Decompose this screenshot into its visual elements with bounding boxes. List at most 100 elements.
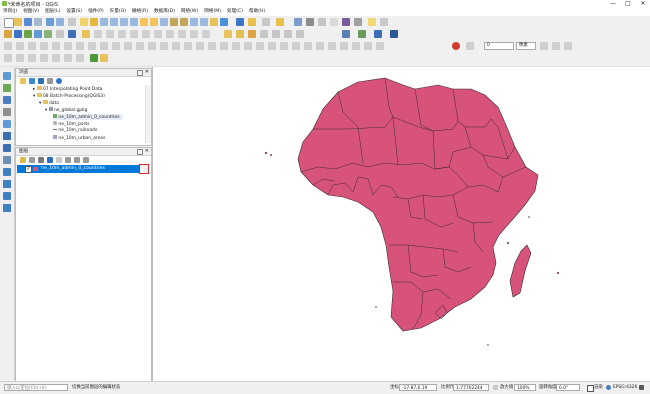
shape-digitize-icon[interactable] bbox=[208, 42, 216, 50]
deselect-icon[interactable] bbox=[276, 18, 284, 26]
zoom-layer-icon[interactable] bbox=[150, 18, 158, 26]
add-wcs-icon[interactable] bbox=[3, 180, 11, 188]
filter-expression-icon[interactable] bbox=[56, 157, 62, 163]
collapse-all-icon[interactable] bbox=[74, 157, 80, 163]
menu-vector[interactable]: 矢量(O) bbox=[107, 8, 129, 16]
crs-globe-icon[interactable] bbox=[606, 385, 611, 390]
messages-icon[interactable] bbox=[639, 385, 644, 390]
add-raster-layer-side-icon[interactable] bbox=[3, 84, 11, 92]
svg-annotation-icon[interactable] bbox=[352, 42, 360, 50]
menu-view[interactable]: 视图(V) bbox=[20, 8, 42, 16]
lock-scale-icon[interactable] bbox=[493, 385, 498, 390]
text-annotation-icon[interactable] bbox=[380, 18, 388, 26]
polyline-tool-icon[interactable] bbox=[292, 42, 300, 50]
processing-toolbox-icon[interactable] bbox=[318, 18, 326, 26]
menu-plugins[interactable]: 插件(P) bbox=[85, 8, 107, 16]
form-annotation-icon[interactable] bbox=[364, 42, 372, 50]
cut-features-icon[interactable] bbox=[154, 30, 162, 38]
add-group-icon[interactable] bbox=[29, 157, 35, 163]
map-tips-icon[interactable] bbox=[368, 18, 376, 26]
vertex-tool-icon[interactable] bbox=[118, 30, 126, 38]
paste-features-icon[interactable] bbox=[178, 30, 186, 38]
add-spatialite-side-icon[interactable] bbox=[3, 120, 11, 128]
rectangle-tool-icon[interactable] bbox=[232, 42, 240, 50]
regular-polygon-icon[interactable] bbox=[244, 42, 252, 50]
label-tool-icon[interactable] bbox=[224, 30, 232, 38]
browser-scrollbar[interactable] bbox=[145, 85, 151, 143]
tracing-icon[interactable] bbox=[172, 42, 180, 50]
menu-help[interactable]: 帮助(H) bbox=[246, 8, 268, 16]
menu-raster[interactable]: 栅格(R) bbox=[129, 8, 151, 16]
data-source-manager-icon[interactable] bbox=[4, 30, 12, 38]
new-geopackage-icon[interactable] bbox=[68, 30, 76, 38]
close-panel-icon[interactable]: ✕ bbox=[145, 69, 149, 75]
digitize-icon[interactable] bbox=[106, 30, 114, 38]
rectangle-center-icon[interactable] bbox=[52, 54, 60, 62]
minimize-button[interactable]: — bbox=[607, 0, 619, 8]
tree-item-selected[interactable]: ne_10m_admin_0_countries bbox=[53, 114, 123, 120]
copy-features-icon[interactable] bbox=[166, 30, 174, 38]
snapping-toggle-icon[interactable] bbox=[452, 42, 460, 50]
close-panel-icon[interactable]: ✕ bbox=[145, 148, 149, 154]
maximize-button[interactable]: □ bbox=[622, 0, 634, 8]
tree-item[interactable]: ne_10m_railroads bbox=[53, 128, 97, 133]
add-raster-layer-icon[interactable] bbox=[24, 30, 32, 38]
add-spatialite-layer-icon[interactable] bbox=[34, 30, 42, 38]
add-mesh-layer-icon[interactable] bbox=[3, 96, 11, 104]
metasearch-icon[interactable] bbox=[390, 30, 398, 38]
coordinate-field[interactable]: -17.87,6.19 bbox=[399, 384, 437, 391]
select-by-value-icon[interactable] bbox=[262, 18, 270, 26]
style-manager-icon[interactable] bbox=[68, 18, 76, 26]
float-panel-icon[interactable] bbox=[137, 70, 143, 76]
zoom-selection-icon[interactable] bbox=[140, 18, 148, 26]
snapping-tolerance-input[interactable]: 0 bbox=[484, 42, 514, 50]
rotation-field[interactable]: 0.0° bbox=[556, 384, 580, 391]
locator-search-input[interactable]: 键入以定位(Ctrl+K) bbox=[4, 384, 68, 391]
add-vector-layer-icon[interactable] bbox=[14, 30, 22, 38]
add-wms-icon[interactable] bbox=[3, 168, 11, 176]
save-edits-icon[interactable] bbox=[94, 30, 102, 38]
split-features-icon[interactable] bbox=[112, 42, 120, 50]
sum-icon[interactable] bbox=[342, 18, 350, 26]
html-annotation-icon[interactable] bbox=[340, 42, 348, 50]
polygon-center-icon[interactable] bbox=[64, 54, 72, 62]
merge-attributes-icon[interactable] bbox=[136, 42, 144, 50]
delete-feature-icon[interactable] bbox=[142, 30, 150, 38]
db-manager-icon[interactable] bbox=[342, 30, 350, 38]
circular-string-icon[interactable] bbox=[16, 54, 24, 62]
reshape-icon[interactable] bbox=[100, 42, 108, 50]
self-snapping-icon[interactable] bbox=[564, 42, 572, 50]
circle-from-points-icon[interactable] bbox=[28, 54, 36, 62]
menu-database[interactable]: 数据库(D) bbox=[151, 8, 178, 16]
label-move-icon[interactable] bbox=[260, 30, 268, 38]
layer-row[interactable]: ✓ ne_10m_admin_0_countries bbox=[17, 164, 149, 174]
new-map-view-icon[interactable] bbox=[190, 18, 198, 26]
zoom-in-icon[interactable] bbox=[100, 18, 108, 26]
plugin-green-icon[interactable] bbox=[90, 54, 98, 62]
filter-browser-icon[interactable] bbox=[38, 78, 44, 84]
measure-icon[interactable] bbox=[354, 18, 362, 26]
add-postgis-icon[interactable] bbox=[3, 132, 11, 140]
polygon-tool-icon[interactable] bbox=[304, 42, 312, 50]
menu-mesh[interactable]: 网格(M) bbox=[201, 8, 224, 16]
snapping-unit-select[interactable]: 像素 bbox=[516, 42, 536, 50]
rotate-feature-icon[interactable] bbox=[16, 42, 24, 50]
new-project-icon[interactable] bbox=[4, 18, 14, 28]
add-arcgis-icon[interactable] bbox=[3, 204, 11, 212]
new-3d-view-icon[interactable] bbox=[200, 18, 208, 26]
zoom-rubberband-icon[interactable] bbox=[120, 18, 128, 26]
zoom-last-icon[interactable] bbox=[170, 18, 178, 26]
python-console-icon[interactable] bbox=[374, 30, 382, 38]
add-delimited-side-icon[interactable] bbox=[3, 108, 11, 116]
snapping-type-icon[interactable] bbox=[466, 42, 474, 50]
move-feature-icon[interactable] bbox=[130, 30, 138, 38]
layer-visibility-checkbox[interactable]: ✓ bbox=[25, 166, 32, 173]
collapse-all-icon[interactable] bbox=[47, 78, 53, 84]
move-annotation-icon[interactable] bbox=[376, 42, 384, 50]
add-delimited-text-icon[interactable] bbox=[44, 30, 52, 38]
save-as-icon[interactable] bbox=[34, 18, 42, 26]
new-shapefile-icon[interactable] bbox=[56, 30, 64, 38]
remove-layer-icon[interactable] bbox=[83, 157, 89, 163]
add-mssql-icon[interactable] bbox=[3, 144, 11, 152]
snapping-icon[interactable] bbox=[160, 42, 168, 50]
